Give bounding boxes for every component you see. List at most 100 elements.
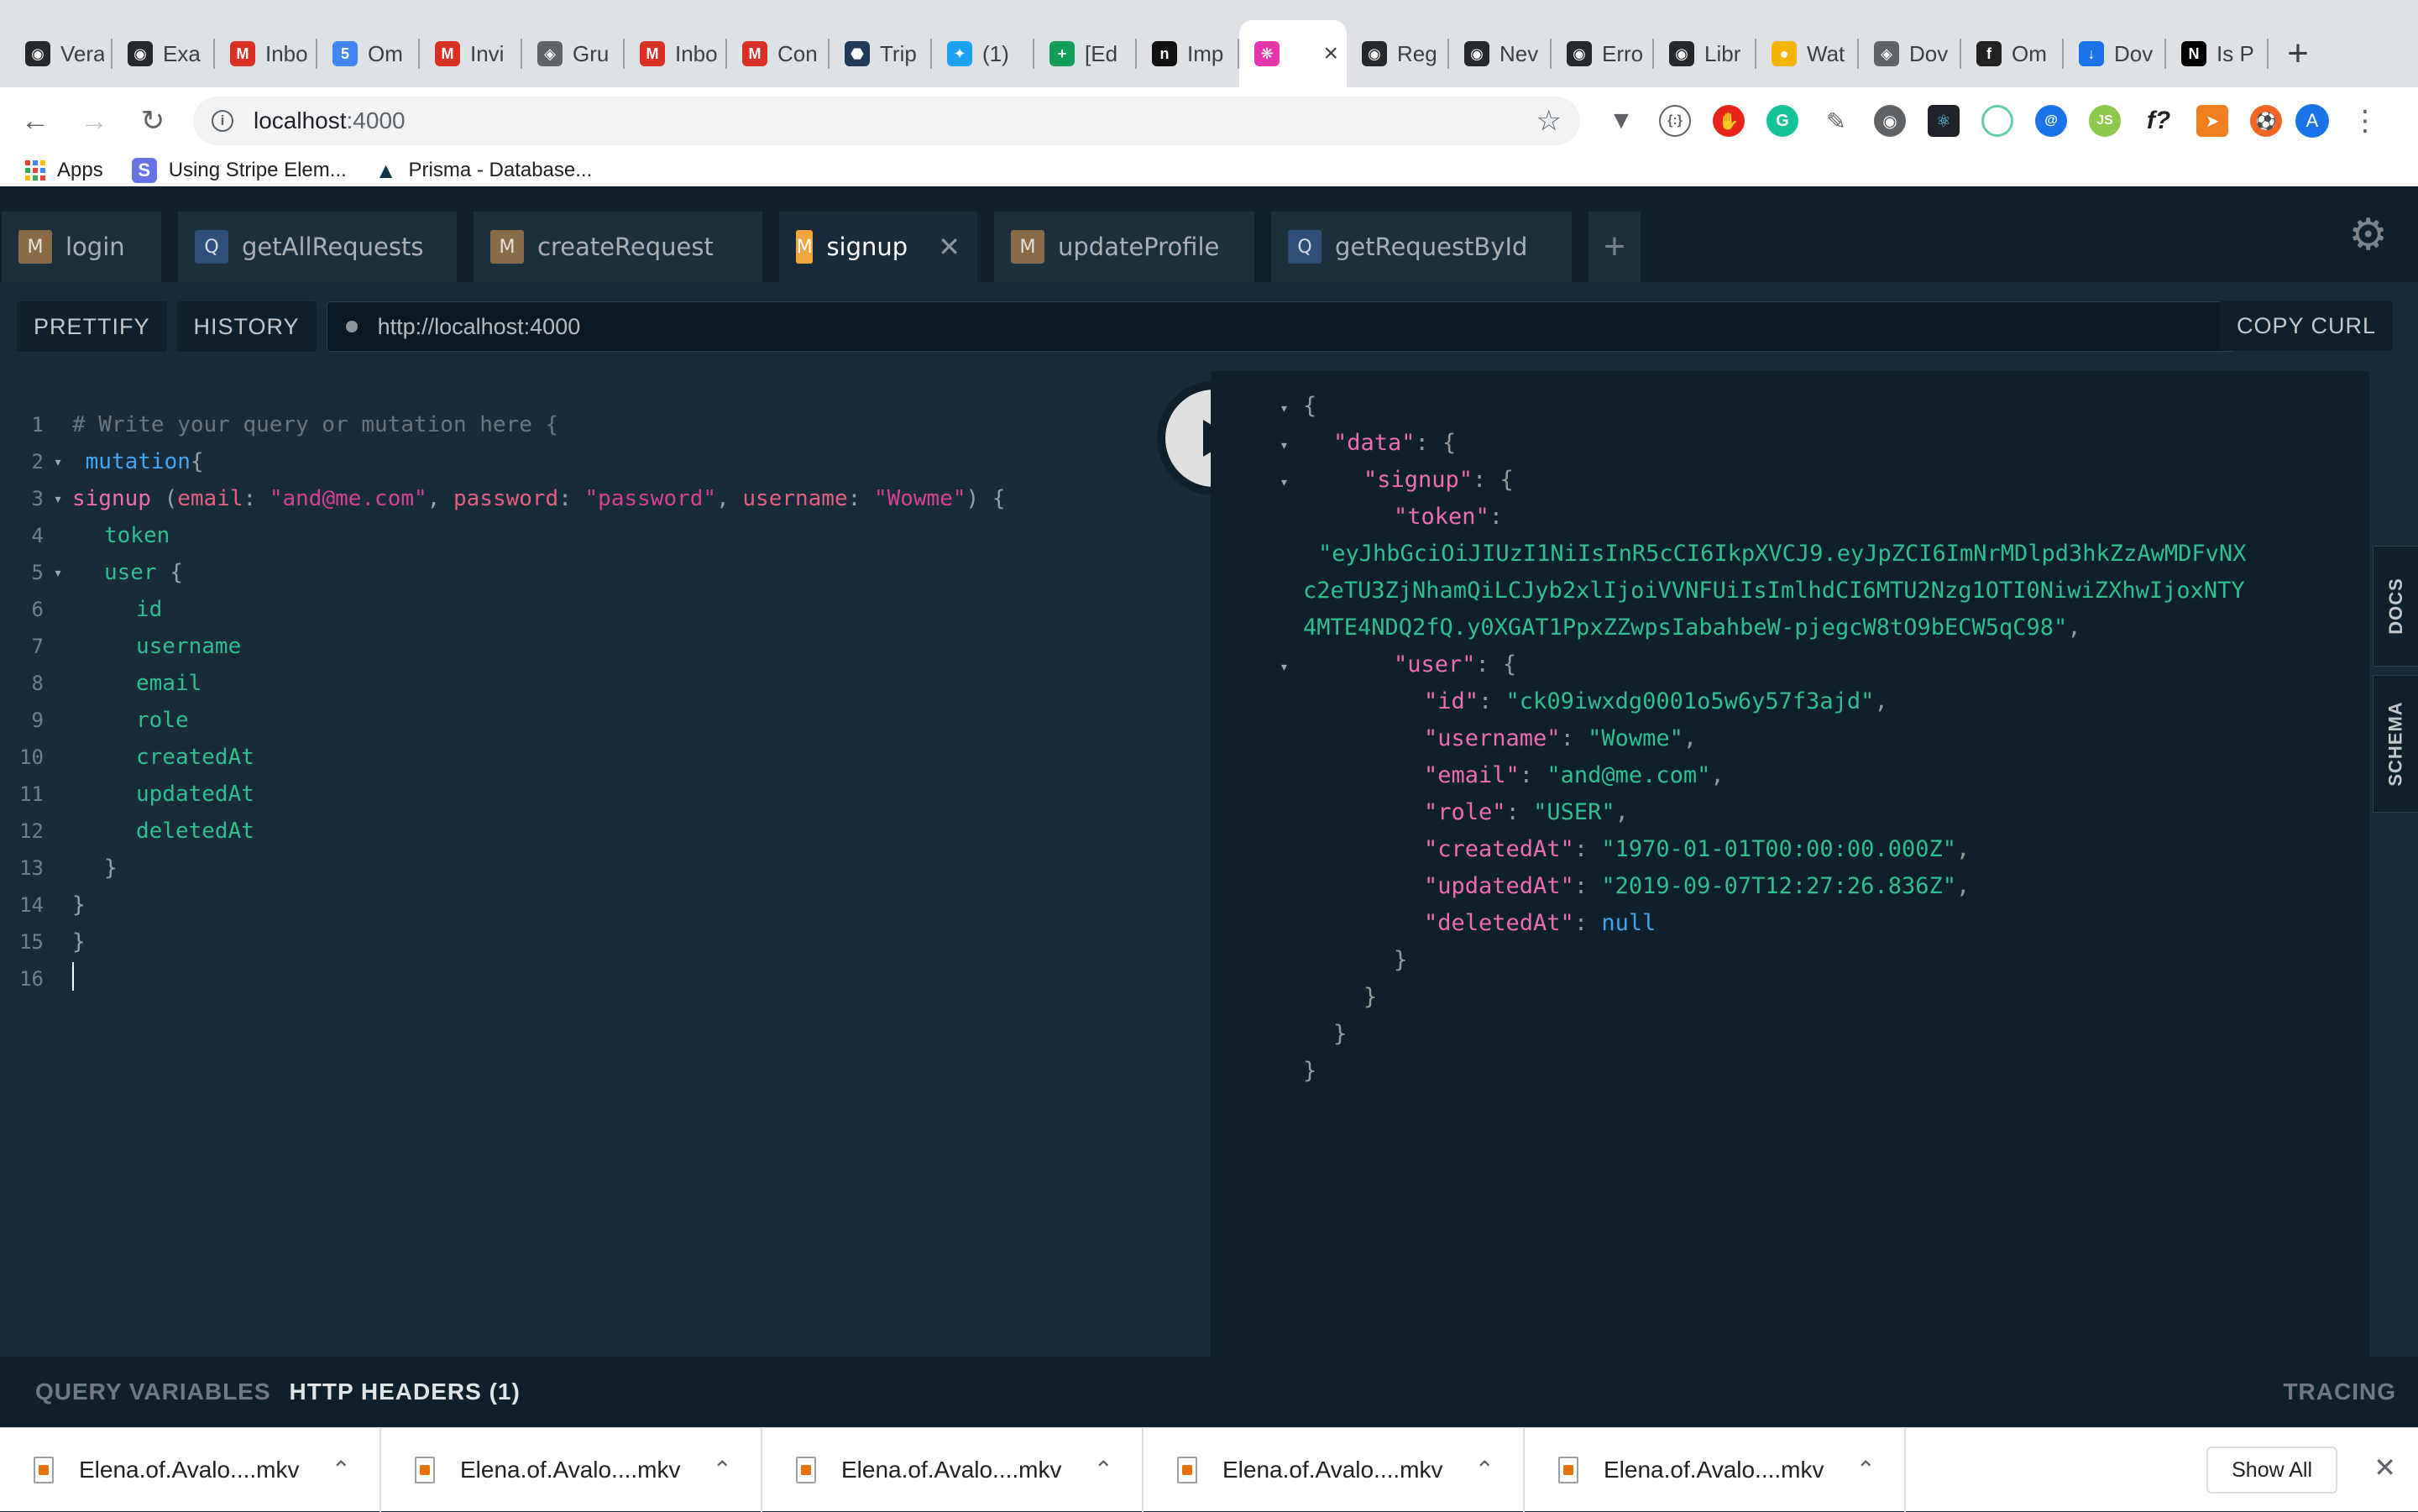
reload-icon[interactable]: ↻ xyxy=(129,97,176,144)
settings-gear-icon[interactable]: ⚙ xyxy=(2348,210,2388,260)
download-icon: ↓ xyxy=(2079,41,2104,66)
react-devtools-icon[interactable]: ⚛ xyxy=(1928,105,1960,137)
browser-tab[interactable]: N Is P xyxy=(2166,20,2269,87)
close-tab-icon[interactable]: ✕ xyxy=(938,231,960,263)
code-token: signup xyxy=(72,486,151,511)
browser-tab[interactable]: n Imp xyxy=(1137,20,1239,87)
chevron-up-icon[interactable]: ⌃ xyxy=(1856,1456,1876,1483)
address-bar[interactable]: i localhost:4000 ☆ xyxy=(193,97,1580,145)
close-downloads-icon[interactable]: ✕ xyxy=(2374,1452,2396,1483)
eyedropper-icon[interactable]: ✎ xyxy=(1820,105,1852,137)
browser-tab[interactable]: M Invi xyxy=(420,20,522,87)
browser-tab[interactable]: ◉ Exa xyxy=(113,20,215,87)
browser-tab[interactable]: ❋ × xyxy=(1239,20,1347,87)
download-item[interactable]: Elena.of.Avalo....mkv ⌃ xyxy=(0,1427,381,1512)
extension-orange-icon[interactable]: ➤ xyxy=(2196,105,2228,137)
history-button[interactable]: HISTORY xyxy=(176,301,317,352)
browser-tab[interactable]: 5 Om xyxy=(317,20,420,87)
result-line: "user": { xyxy=(1394,651,1516,678)
extension-circle-icon[interactable] xyxy=(1981,105,2013,137)
extension-badge-icon[interactable]: @ xyxy=(2035,105,2067,137)
query-variables-tab[interactable]: QUERY VARIABLES xyxy=(35,1379,271,1405)
new-tab-icon[interactable]: + xyxy=(2269,20,2327,87)
browser-tab[interactable]: f Om xyxy=(1961,20,2064,87)
docs-tab[interactable]: DOCS xyxy=(2373,546,2418,667)
editor-line: 11 updatedAt xyxy=(0,776,254,813)
browser-tab[interactable]: M Inbo xyxy=(215,20,317,87)
bookmark-apps[interactable]: Apps xyxy=(25,159,103,182)
json-token: "USER" xyxy=(1533,799,1615,825)
browser-tab[interactable]: ◈ Dov xyxy=(1859,20,1961,87)
download-item[interactable]: Elena.of.Avalo....mkv ⌃ xyxy=(762,1427,1144,1512)
grammarly-icon[interactable]: G xyxy=(1766,105,1798,137)
fold-arrow-icon[interactable]: ▾ xyxy=(44,453,72,471)
tracing-tab[interactable]: TRACING xyxy=(2283,1379,2396,1405)
result-line: } xyxy=(1303,1058,1316,1084)
bookmark-prisma[interactable]: ▲ Prisma - Database... xyxy=(375,158,592,184)
browser-tab[interactable]: ◉ Vera xyxy=(10,20,113,87)
browser-tab[interactable]: M Inbo xyxy=(625,20,727,87)
browser-tab[interactable]: ◈ Gru xyxy=(522,20,625,87)
playground-tab-login[interactable]: Mlogin xyxy=(2,212,161,282)
back-arrow-icon[interactable]: ← xyxy=(12,97,59,144)
bookmark-stripe[interactable]: S Using Stripe Elem... xyxy=(131,158,347,183)
info-icon[interactable]: i xyxy=(212,110,233,132)
profile-avatar[interactable]: A xyxy=(2295,104,2329,138)
chevron-up-icon[interactable]: ⌃ xyxy=(1094,1456,1113,1483)
function-icon[interactable]: f? xyxy=(2143,105,2175,137)
browser-tab[interactable]: ● Wat xyxy=(1756,20,1859,87)
chrome-menu-icon[interactable]: ⋮ xyxy=(2351,104,2379,138)
fold-arrow-icon[interactable]: ▾ xyxy=(1280,473,1289,491)
endpoint-input[interactable]: http://localhost:4000 xyxy=(326,301,2236,352)
fold-arrow-icon[interactable]: ▾ xyxy=(44,490,72,508)
download-item[interactable]: Elena.of.Avalo....mkv ⌃ xyxy=(1144,1427,1525,1512)
fold-arrow-icon[interactable]: ▾ xyxy=(1280,437,1289,454)
close-tab-icon[interactable]: × xyxy=(1323,39,1338,68)
chevron-up-icon[interactable]: ⌃ xyxy=(713,1456,732,1483)
result-panel[interactable]: ▾{▾ "data": {▾ "signup": {"token": "eyJhbGc… xyxy=(1211,371,2369,1357)
bookmark-star-icon[interactable]: ☆ xyxy=(1536,104,1562,138)
http-headers-tab[interactable]: HTTP HEADERS (1) xyxy=(290,1379,521,1405)
playground-tab-getAllRequests[interactable]: QgetAllRequests xyxy=(178,212,457,282)
copy-curl-button[interactable]: COPY CURL xyxy=(2219,301,2393,351)
chevron-up-icon[interactable]: ⌃ xyxy=(332,1456,351,1483)
playground-tab-createRequest[interactable]: McreateRequest xyxy=(474,212,762,282)
browser-tab[interactable]: ↓ Dov xyxy=(2064,20,2166,87)
show-all-downloads-button[interactable]: Show All xyxy=(2206,1447,2337,1494)
adblock-icon[interactable]: ✋ xyxy=(1713,105,1745,137)
browser-tab[interactable]: M Con xyxy=(727,20,830,87)
browser-tab[interactable]: ◉ Nev xyxy=(1449,20,1552,87)
download-item[interactable]: Elena.of.Avalo....mkv ⌃ xyxy=(381,1427,762,1512)
browser-tab[interactable]: ◉ Libr xyxy=(1654,20,1756,87)
browser-tab-title: Nev xyxy=(1499,40,1539,66)
playground-tab-signup[interactable]: Msignup ✕ xyxy=(779,212,977,282)
add-tab-icon[interactable]: + xyxy=(1588,212,1641,282)
browser-tab[interactable]: ◉ Erro xyxy=(1552,20,1654,87)
basketball-icon[interactable]: ⚽ xyxy=(2250,105,2282,137)
fold-arrow-icon[interactable]: ▾ xyxy=(1280,658,1289,676)
playground-tab-getRequestById[interactable]: QgetRequestById xyxy=(1271,212,1572,282)
json-viewer-icon[interactable]: {:} xyxy=(1659,105,1691,137)
browser-tab-title: (1) xyxy=(982,40,1009,66)
extension-globe-icon[interactable]: ◉ xyxy=(1874,105,1906,137)
download-item[interactable]: Elena.of.Avalo....mkv ⌃ xyxy=(1525,1427,1906,1512)
json-token: } xyxy=(1303,1058,1317,1084)
fold-arrow-icon[interactable]: ▾ xyxy=(44,564,72,582)
json-token: "role" xyxy=(1424,799,1506,825)
editor-line: 10 createdAt xyxy=(0,739,254,776)
line-number: 9 xyxy=(31,709,44,732)
nodejs-icon[interactable]: JS xyxy=(2089,105,2121,137)
playground-tab-updateProfile[interactable]: MupdateProfile xyxy=(994,212,1254,282)
query-editor[interactable]: 1 # Write your query or mutation here {2 ▾… xyxy=(0,371,1211,1357)
browser-tab[interactable]: + [Ed xyxy=(1034,20,1137,87)
forward-arrow-icon[interactable]: → xyxy=(71,97,118,144)
browser-tab-title: Invi xyxy=(470,40,505,66)
browser-tab[interactable]: ⬣ Trip xyxy=(830,20,932,87)
prettify-button[interactable]: PRETTIFY xyxy=(17,301,167,352)
vue-devtools-icon[interactable]: ▼ xyxy=(1605,105,1637,137)
chevron-up-icon[interactable]: ⌃ xyxy=(1475,1456,1494,1483)
browser-tab[interactable]: ◉ Reg xyxy=(1347,20,1449,87)
fold-arrow-icon[interactable]: ▾ xyxy=(1280,400,1289,417)
schema-tab[interactable]: SCHEMA xyxy=(2373,675,2418,813)
browser-tab[interactable]: ✦ (1) xyxy=(932,20,1034,87)
